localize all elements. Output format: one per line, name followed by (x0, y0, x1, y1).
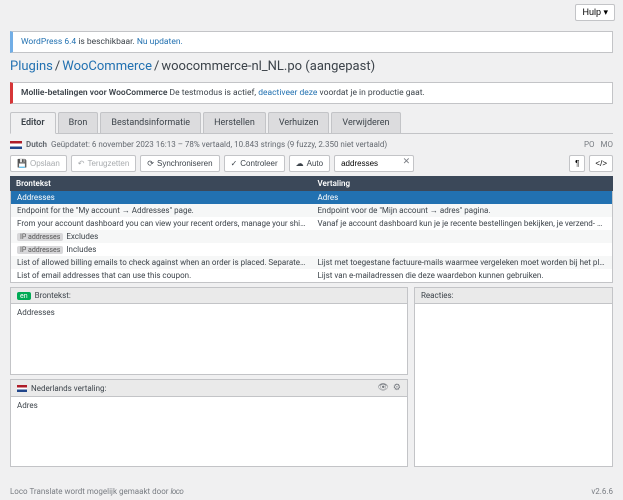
deactivate-link[interactable]: deactiveer deze (258, 88, 317, 98)
table-row[interactable]: IP addressesExcludes (11, 230, 612, 243)
sync-button[interactable]: ⟳Synchroniseren (140, 155, 219, 172)
code-view-button[interactable]: </> (589, 155, 613, 172)
cloud-icon (296, 159, 304, 168)
strings-table[interactable]: AddressesAdresEndpoint for the "My accou… (10, 191, 613, 283)
source-text: Addresses (11, 304, 407, 374)
tabs: Editor Bron Bestandsinformatie Herstelle… (10, 112, 613, 134)
sync-icon: ⟳ (147, 159, 154, 168)
breadcrumb-woocommerce[interactable]: WooCommerce (62, 59, 152, 74)
clear-search-icon[interactable]: ✕ (403, 157, 411, 167)
col-source[interactable]: Brontekst (10, 176, 312, 191)
wp-version-link[interactable]: WordPress 6.4 (21, 37, 76, 47)
breadcrumb-current: woocommerce-nl_NL.po (aangepast) (161, 59, 375, 74)
table-row[interactable]: AddressesAdres (11, 191, 612, 204)
tab-editor[interactable]: Editor (10, 112, 56, 134)
col-target[interactable]: Vertaling (312, 176, 614, 191)
file-status: Geüpdatet: 6 november 2023 16:13 – 78% v… (51, 140, 387, 149)
update-notice: WordPress 6.4 is beschikbaar. Nu updaten… (10, 31, 613, 53)
suggest-icon[interactable]: 👁 (377, 383, 388, 393)
loco-link[interactable]: loco (170, 487, 183, 496)
translation-pane: Nederlands vertaling: 👁⚙ Adres (10, 379, 408, 467)
translation-input[interactable]: Adres (11, 397, 407, 466)
en-badge: en (17, 292, 31, 300)
save-button[interactable]: 💾Opslaan (10, 155, 67, 172)
table-row[interactable]: List of allowed billing emails to check … (11, 256, 612, 269)
table-header: Brontekst Vertaling (10, 176, 613, 191)
tab-source[interactable]: Bron (58, 112, 99, 133)
tab-restore[interactable]: Herstellen (203, 112, 266, 133)
language-name: Dutch (26, 140, 47, 149)
footer: Loco Translate wordt mogelijk gemaakt do… (10, 487, 613, 496)
update-now-link[interactable]: Nu updaten. (137, 37, 183, 47)
breadcrumb: Plugins/WooCommerce/woocommerce-nl_NL.po… (10, 59, 613, 74)
mo-download[interactable]: MO (601, 140, 614, 149)
breadcrumb-plugins[interactable]: Plugins (10, 59, 53, 74)
table-row[interactable]: List of email addresses that can use thi… (11, 269, 612, 282)
auto-button[interactable]: Auto (289, 155, 330, 172)
source-pane: enBrontekst: Addresses (10, 287, 408, 375)
tab-fileinfo[interactable]: Bestandsinformatie (100, 112, 201, 133)
tab-delete[interactable]: Verwijderen (331, 112, 400, 133)
table-row[interactable]: From your account dashboard you can view… (11, 217, 612, 230)
undo-icon: ↶ (78, 159, 85, 168)
flag-nl-icon (10, 141, 22, 149)
table-row[interactable]: IP addressesIncludes (11, 243, 612, 256)
check-icon (231, 159, 238, 168)
revert-button[interactable]: ↶Terugzetten (71, 155, 137, 172)
editor-toolbar: 💾Opslaan ↶Terugzetten ⟳Synchroniseren Co… (10, 155, 613, 172)
table-row[interactable]: Endpoint for the "My account → Addresses… (11, 204, 612, 217)
comments-input[interactable] (415, 304, 612, 466)
check-button[interactable]: Controleer (224, 155, 285, 172)
help-button[interactable]: Hulp ▾ (575, 4, 615, 21)
save-icon: 💾 (17, 159, 27, 168)
toggle-fuzzy-icon[interactable]: ⚙ (393, 383, 401, 393)
flag-nl-icon (17, 385, 27, 392)
po-download[interactable]: PO (584, 140, 595, 149)
table-row[interactable]: List of user IDs (or guest email address… (11, 282, 612, 283)
invisible-chars-button[interactable]: ¶ (569, 155, 585, 172)
version: v2.6.6 (591, 487, 613, 496)
tab-relocate[interactable]: Verhuizen (268, 112, 330, 133)
warning-notice: Mollie-betalingen voor WooCommerce De te… (10, 82, 613, 104)
comments-pane: Reacties: (414, 287, 613, 467)
